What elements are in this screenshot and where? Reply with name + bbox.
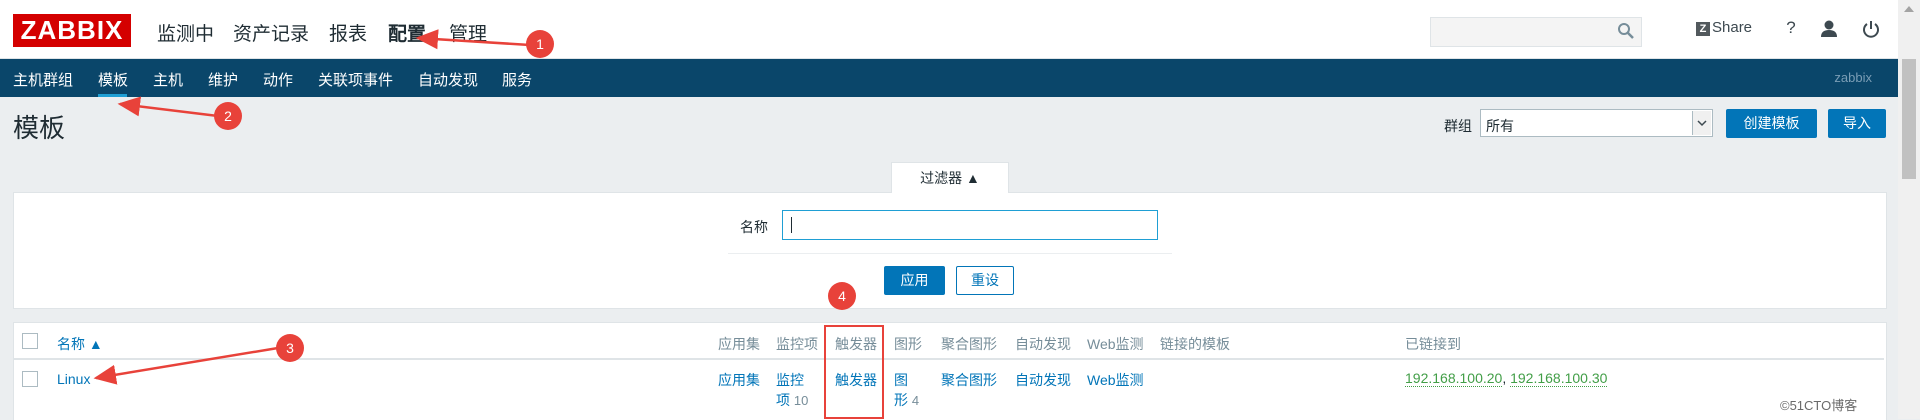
scroll-up-arrow-icon[interactable] bbox=[1903, 4, 1915, 14]
annotation-marker-4: 4 bbox=[828, 282, 856, 310]
scrollbar-thumb[interactable] bbox=[1902, 59, 1916, 179]
annotation-marker-2: 2 bbox=[214, 102, 242, 130]
annotation-marker-3: 3 bbox=[276, 334, 304, 362]
annotation-marker-1: 1 bbox=[526, 30, 554, 58]
watermark: ©51CTO博客 bbox=[1780, 398, 1858, 413]
